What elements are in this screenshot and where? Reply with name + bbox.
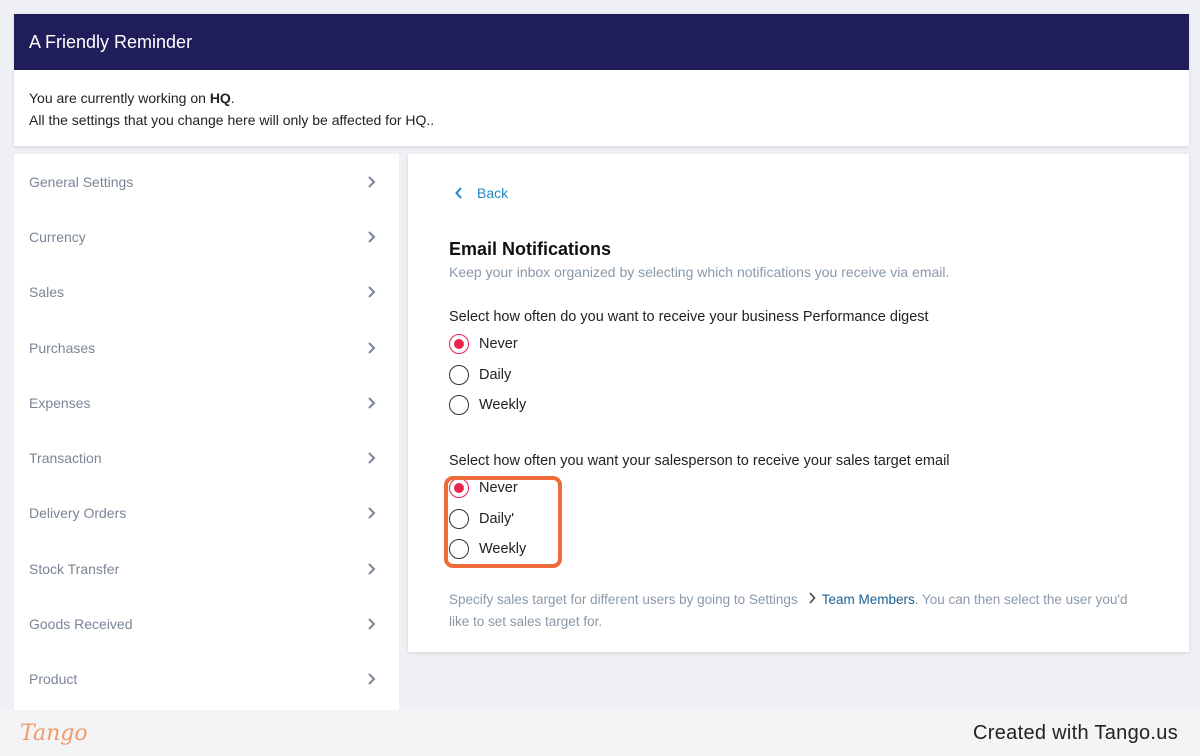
- radio-dot: [454, 339, 464, 349]
- sidebar-item-label: General Settings: [29, 173, 134, 190]
- created-with-label: Created with Tango.us: [973, 721, 1178, 744]
- sales-target-option-weekly[interactable]: Weekly: [449, 539, 526, 559]
- sidebar-item-currency[interactable]: Currency: [14, 209, 399, 264]
- chevron-right-icon: [367, 396, 377, 410]
- sidebar-item-label: Product: [29, 671, 78, 688]
- radio-label: Daily: [479, 367, 512, 383]
- sidebar-item-product[interactable]: Product: [14, 652, 399, 707]
- digest-option-daily[interactable]: Daily: [449, 365, 511, 385]
- sales-target-option-never[interactable]: Never: [449, 478, 518, 498]
- sidebar-item-label: Transaction: [29, 450, 102, 467]
- sidebar-item-expenses[interactable]: Expenses: [14, 375, 399, 430]
- chevron-left-icon: [455, 187, 463, 199]
- email-notifications-panel: Back Email Notifications Keep your inbox…: [408, 154, 1189, 652]
- reminder-body: You are currently working on HQ. All the…: [14, 70, 1189, 131]
- chevron-right-icon: [367, 672, 377, 686]
- chevron-right-icon: [367, 341, 377, 355]
- radio-label: Never: [479, 336, 518, 352]
- sales-target-note: Specify sales target for different users…: [449, 589, 1149, 633]
- digest-option-weekly[interactable]: Weekly: [449, 395, 526, 415]
- radio-unchecked[interactable]: [449, 395, 469, 415]
- reminder-title: A Friendly Reminder: [29, 31, 193, 52]
- digest-option-never[interactable]: Never: [449, 334, 518, 354]
- radio-unchecked[interactable]: [449, 539, 469, 559]
- reminder-banner: A Friendly Reminder You are currently wo…: [14, 14, 1189, 146]
- radio-checked[interactable]: [449, 334, 469, 354]
- chevron-right-icon: [367, 617, 377, 631]
- radio-dot: [454, 483, 464, 493]
- radio-unchecked[interactable]: [449, 365, 469, 385]
- radio-label: Weekly: [479, 397, 527, 413]
- sidebar-item-label: Sales: [29, 284, 65, 301]
- sidebar-item-purchases[interactable]: Purchases: [14, 320, 399, 375]
- sidebar-item-label: Stock Transfer: [29, 560, 120, 577]
- chevron-right-icon: [808, 589, 816, 611]
- workspace-name: HQ: [209, 90, 231, 106]
- back-label: Back: [477, 185, 509, 201]
- chevron-right-icon: [367, 451, 377, 465]
- sidebar-item-delivery-orders[interactable]: Delivery Orders: [14, 486, 399, 541]
- page-title: Email Notifications: [449, 239, 612, 259]
- sales-target-option-daily[interactable]: Daily': [449, 509, 514, 529]
- reminder-line-1-prefix: You are currently working on: [29, 90, 210, 106]
- radio-checked[interactable]: [449, 478, 469, 498]
- team-members-link[interactable]: Team Members: [822, 592, 915, 607]
- reminder-line-1: You are currently working on HQ.: [29, 87, 1174, 109]
- digest-frequency-question: Select how often do you want to receive …: [449, 309, 929, 325]
- sidebar-item-general-settings[interactable]: General Settings: [14, 154, 399, 209]
- sidebar-item-label: Goods Received: [29, 616, 133, 633]
- note-prefix: Specify sales target for different users…: [449, 592, 798, 607]
- page-subtitle: Keep your inbox organized by selecting w…: [449, 264, 950, 280]
- sidebar-item-sales[interactable]: Sales: [14, 265, 399, 320]
- radio-label: Weekly: [479, 541, 527, 557]
- tango-footer: Tango Created with Tango.us: [0, 710, 1200, 756]
- chevron-right-icon: [367, 506, 377, 520]
- sidebar-item-label: Purchases: [29, 339, 96, 356]
- sidebar-item-label: Expenses: [29, 394, 91, 411]
- chevron-right-icon: [367, 562, 377, 576]
- radio-label: Daily': [479, 511, 514, 527]
- sidebar-item-label: Delivery Orders: [29, 505, 127, 522]
- chevron-right-icon: [367, 285, 377, 299]
- back-button[interactable]: Back: [455, 185, 508, 201]
- reminder-header: A Friendly Reminder: [14, 14, 1189, 70]
- radio-label: Never: [479, 480, 518, 496]
- sidebar-item-stock-transfer[interactable]: Stock Transfer: [14, 541, 399, 596]
- reminder-line-2: All the settings that you change here wi…: [29, 112, 435, 128]
- sales-target-frequency-question: Select how often you want your salespers…: [449, 453, 950, 469]
- sidebar-item-transaction[interactable]: Transaction: [14, 430, 399, 485]
- chevron-right-icon: [367, 175, 377, 189]
- radio-unchecked[interactable]: [449, 509, 469, 529]
- sidebar-item-label: Currency: [29, 228, 86, 245]
- settings-sidebar: General Settings Currency Sales Purchase…: [14, 154, 399, 714]
- tango-logo: Tango: [20, 720, 88, 746]
- reminder-line-1-suffix: .: [230, 90, 235, 106]
- sidebar-item-goods-received[interactable]: Goods Received: [14, 596, 399, 651]
- chevron-right-icon: [367, 230, 377, 244]
